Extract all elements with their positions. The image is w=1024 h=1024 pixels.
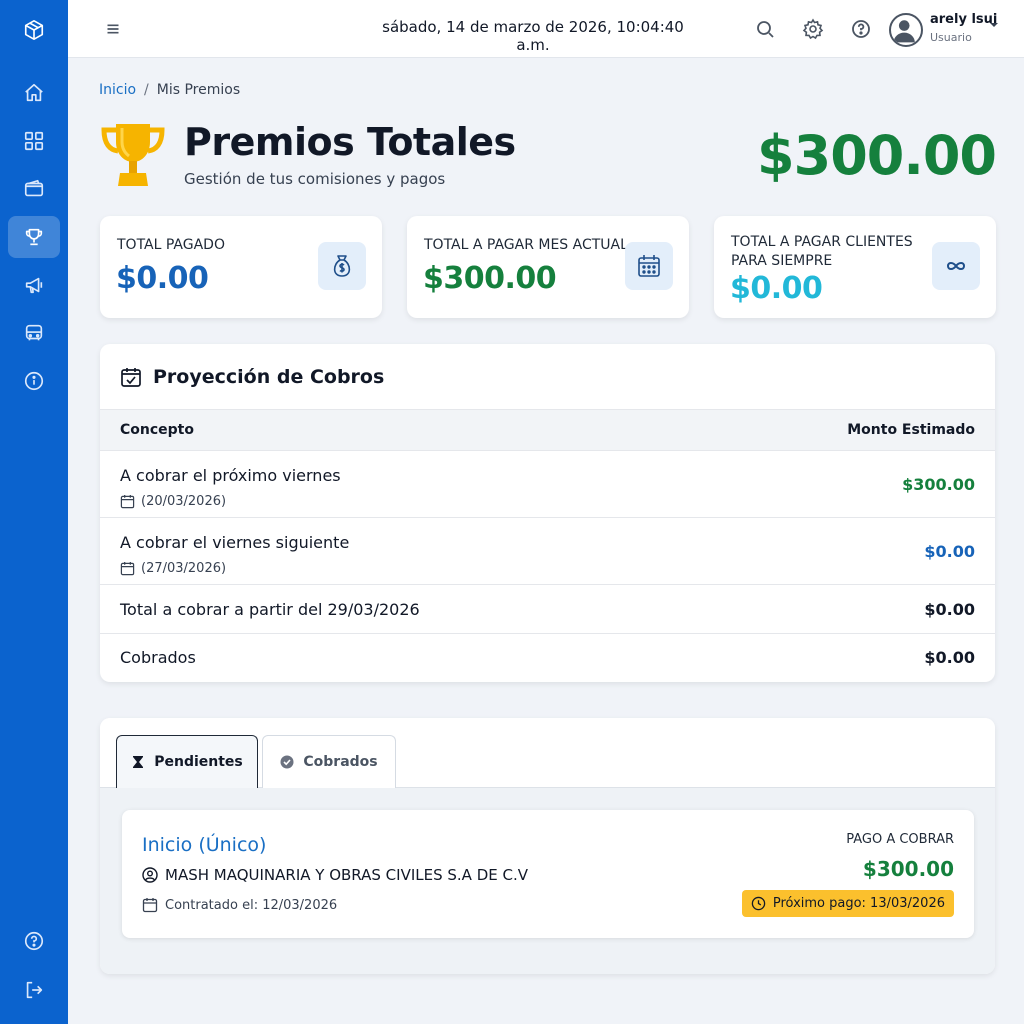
tab-cobrados[interactable]: Cobrados bbox=[262, 735, 396, 788]
bus-icon[interactable] bbox=[8, 312, 60, 354]
item-pay-label: PAGO A COBRAR bbox=[846, 832, 954, 847]
total-premios-amount: $300.00 bbox=[757, 124, 997, 187]
row-amount: $0.00 bbox=[924, 600, 975, 619]
tab-label: Cobrados bbox=[303, 754, 378, 770]
search-icon[interactable] bbox=[753, 17, 777, 41]
stat-label: TOTAL PAGADO bbox=[117, 237, 225, 253]
money-bag-icon bbox=[318, 242, 366, 290]
trophy-icon bbox=[101, 124, 165, 186]
page-subtitle: Gestión de tus comisiones y pagos bbox=[184, 170, 446, 188]
calendar-check-icon bbox=[121, 368, 141, 387]
column-header-concepto: Concepto bbox=[120, 422, 194, 438]
stat-value: $0.00 bbox=[116, 261, 209, 296]
row-concept: Total a cobrar a partir del 29/03/2026 bbox=[120, 600, 420, 619]
row-date-text: (20/03/2026) bbox=[141, 494, 227, 509]
calendar-icon bbox=[120, 494, 135, 509]
chevron-down-icon[interactable] bbox=[989, 20, 999, 30]
item-contract-date: Contratado el: 12/03/2026 bbox=[142, 897, 337, 913]
item-title[interactable]: Inicio (Único) bbox=[142, 834, 266, 856]
tab-pendientes[interactable]: Pendientes bbox=[116, 735, 258, 788]
stat-card-mes-actual: TOTAL A PAGAR MES ACTUAL $300.00 bbox=[407, 216, 689, 318]
row-amount: $0.00 bbox=[924, 648, 975, 667]
stat-value: $0.00 bbox=[730, 271, 823, 306]
calendar-icon bbox=[625, 242, 673, 290]
page-title: Premios Totales bbox=[184, 120, 516, 164]
gear-icon[interactable] bbox=[801, 17, 825, 41]
check-circle-icon bbox=[280, 755, 294, 769]
item-client: MASH MAQUINARIA Y OBRAS CIVILES S.A DE C… bbox=[142, 866, 528, 884]
table-row: A cobrar el próximo viernes (20/03/2026)… bbox=[100, 451, 995, 518]
stat-label: TOTAL A PAGAR CLIENTES PARA SIEMPRE bbox=[731, 234, 913, 269]
row-date-text: (27/03/2026) bbox=[141, 561, 227, 576]
projection-title: Proyección de Cobros bbox=[153, 366, 385, 388]
breadcrumb-separator: / bbox=[144, 82, 149, 98]
sidebar bbox=[0, 0, 68, 1024]
help-circle-icon[interactable] bbox=[849, 17, 873, 41]
grid-icon[interactable] bbox=[8, 120, 60, 162]
logout-icon[interactable] bbox=[8, 969, 60, 1011]
stat-card-clientes-siempre: TOTAL A PAGAR CLIENTES PARA SIEMPRE $0.0… bbox=[714, 216, 996, 318]
table-row: A cobrar el viernes siguiente (27/03/202… bbox=[100, 518, 995, 585]
table-row: Cobrados $0.00 bbox=[100, 634, 995, 682]
avatar[interactable] bbox=[889, 13, 923, 47]
item-client-name: MASH MAQUINARIA Y OBRAS CIVILES S.A DE C… bbox=[165, 866, 528, 884]
item-contract-text: Contratado el: 12/03/2026 bbox=[165, 897, 338, 913]
next-payment-badge: Próximo pago: 13/03/2026 bbox=[741, 890, 954, 917]
tab-panel-pendientes: Inicio (Único) MASH MAQUINARIA Y OBRAS C… bbox=[100, 788, 995, 974]
projection-header: Proyección de Cobros bbox=[100, 344, 995, 410]
wallet-icon[interactable] bbox=[8, 168, 60, 210]
current-datetime: sábado, 14 de marzo de 2026, 10:04:40 a.… bbox=[382, 18, 684, 54]
item-pay-amount: $300.00 bbox=[862, 857, 954, 881]
premios-tabs-card: Pendientes Cobrados Inicio (Único) MASH … bbox=[100, 718, 995, 974]
breadcrumb-current: Mis Premios bbox=[156, 82, 241, 98]
row-date: (20/03/2026) bbox=[120, 494, 226, 509]
stat-card-total-pagado: TOTAL PAGADO $0.00 bbox=[100, 216, 382, 318]
infinity-icon bbox=[932, 242, 980, 290]
megaphone-icon[interactable] bbox=[8, 264, 60, 306]
info-icon[interactable] bbox=[8, 360, 60, 402]
row-amount: $300.00 bbox=[902, 475, 975, 494]
row-concept: A cobrar el próximo viernes bbox=[120, 466, 341, 485]
top-bar: sábado, 14 de marzo de 2026, 10:04:40 a.… bbox=[68, 0, 1024, 58]
pending-item-card[interactable]: Inicio (Único) MASH MAQUINARIA Y OBRAS C… bbox=[122, 810, 974, 938]
breadcrumb-home-link[interactable]: Inicio bbox=[99, 82, 136, 98]
breadcrumb: Inicio / Mis Premios bbox=[99, 82, 240, 98]
stat-value: $300.00 bbox=[423, 261, 557, 296]
user-role: Usuario bbox=[930, 31, 972, 44]
stat-label: TOTAL A PAGAR MES ACTUAL bbox=[424, 237, 628, 253]
tab-bar: Pendientes Cobrados bbox=[100, 718, 995, 788]
row-date: (27/03/2026) bbox=[120, 561, 226, 576]
row-concept: A cobrar el viernes siguiente bbox=[120, 533, 350, 552]
next-payment-text: Próximo pago: 13/03/2026 bbox=[772, 896, 945, 911]
calendar-icon bbox=[120, 561, 135, 576]
clock-icon bbox=[751, 896, 766, 911]
home-icon[interactable] bbox=[8, 72, 60, 114]
hourglass-icon bbox=[133, 756, 144, 768]
user-circle-icon bbox=[142, 867, 158, 883]
trophy-icon[interactable] bbox=[8, 216, 60, 258]
menu-icon[interactable] bbox=[102, 18, 124, 40]
cube-icon[interactable] bbox=[8, 9, 60, 51]
help-icon[interactable] bbox=[8, 920, 60, 962]
row-amount: $0.00 bbox=[924, 542, 975, 561]
tab-label: Pendientes bbox=[154, 754, 243, 770]
table-header: Concepto Monto Estimado bbox=[100, 410, 995, 451]
calendar-icon bbox=[142, 898, 158, 913]
row-concept: Cobrados bbox=[120, 648, 196, 667]
user-avatar-icon bbox=[893, 20, 915, 43]
projection-card: Proyección de Cobros Concepto Monto Esti… bbox=[100, 344, 995, 682]
user-name[interactable]: arely lsui bbox=[930, 12, 997, 27]
column-header-monto: Monto Estimado bbox=[847, 422, 975, 438]
table-row: Total a cobrar a partir del 29/03/2026 $… bbox=[100, 585, 995, 634]
